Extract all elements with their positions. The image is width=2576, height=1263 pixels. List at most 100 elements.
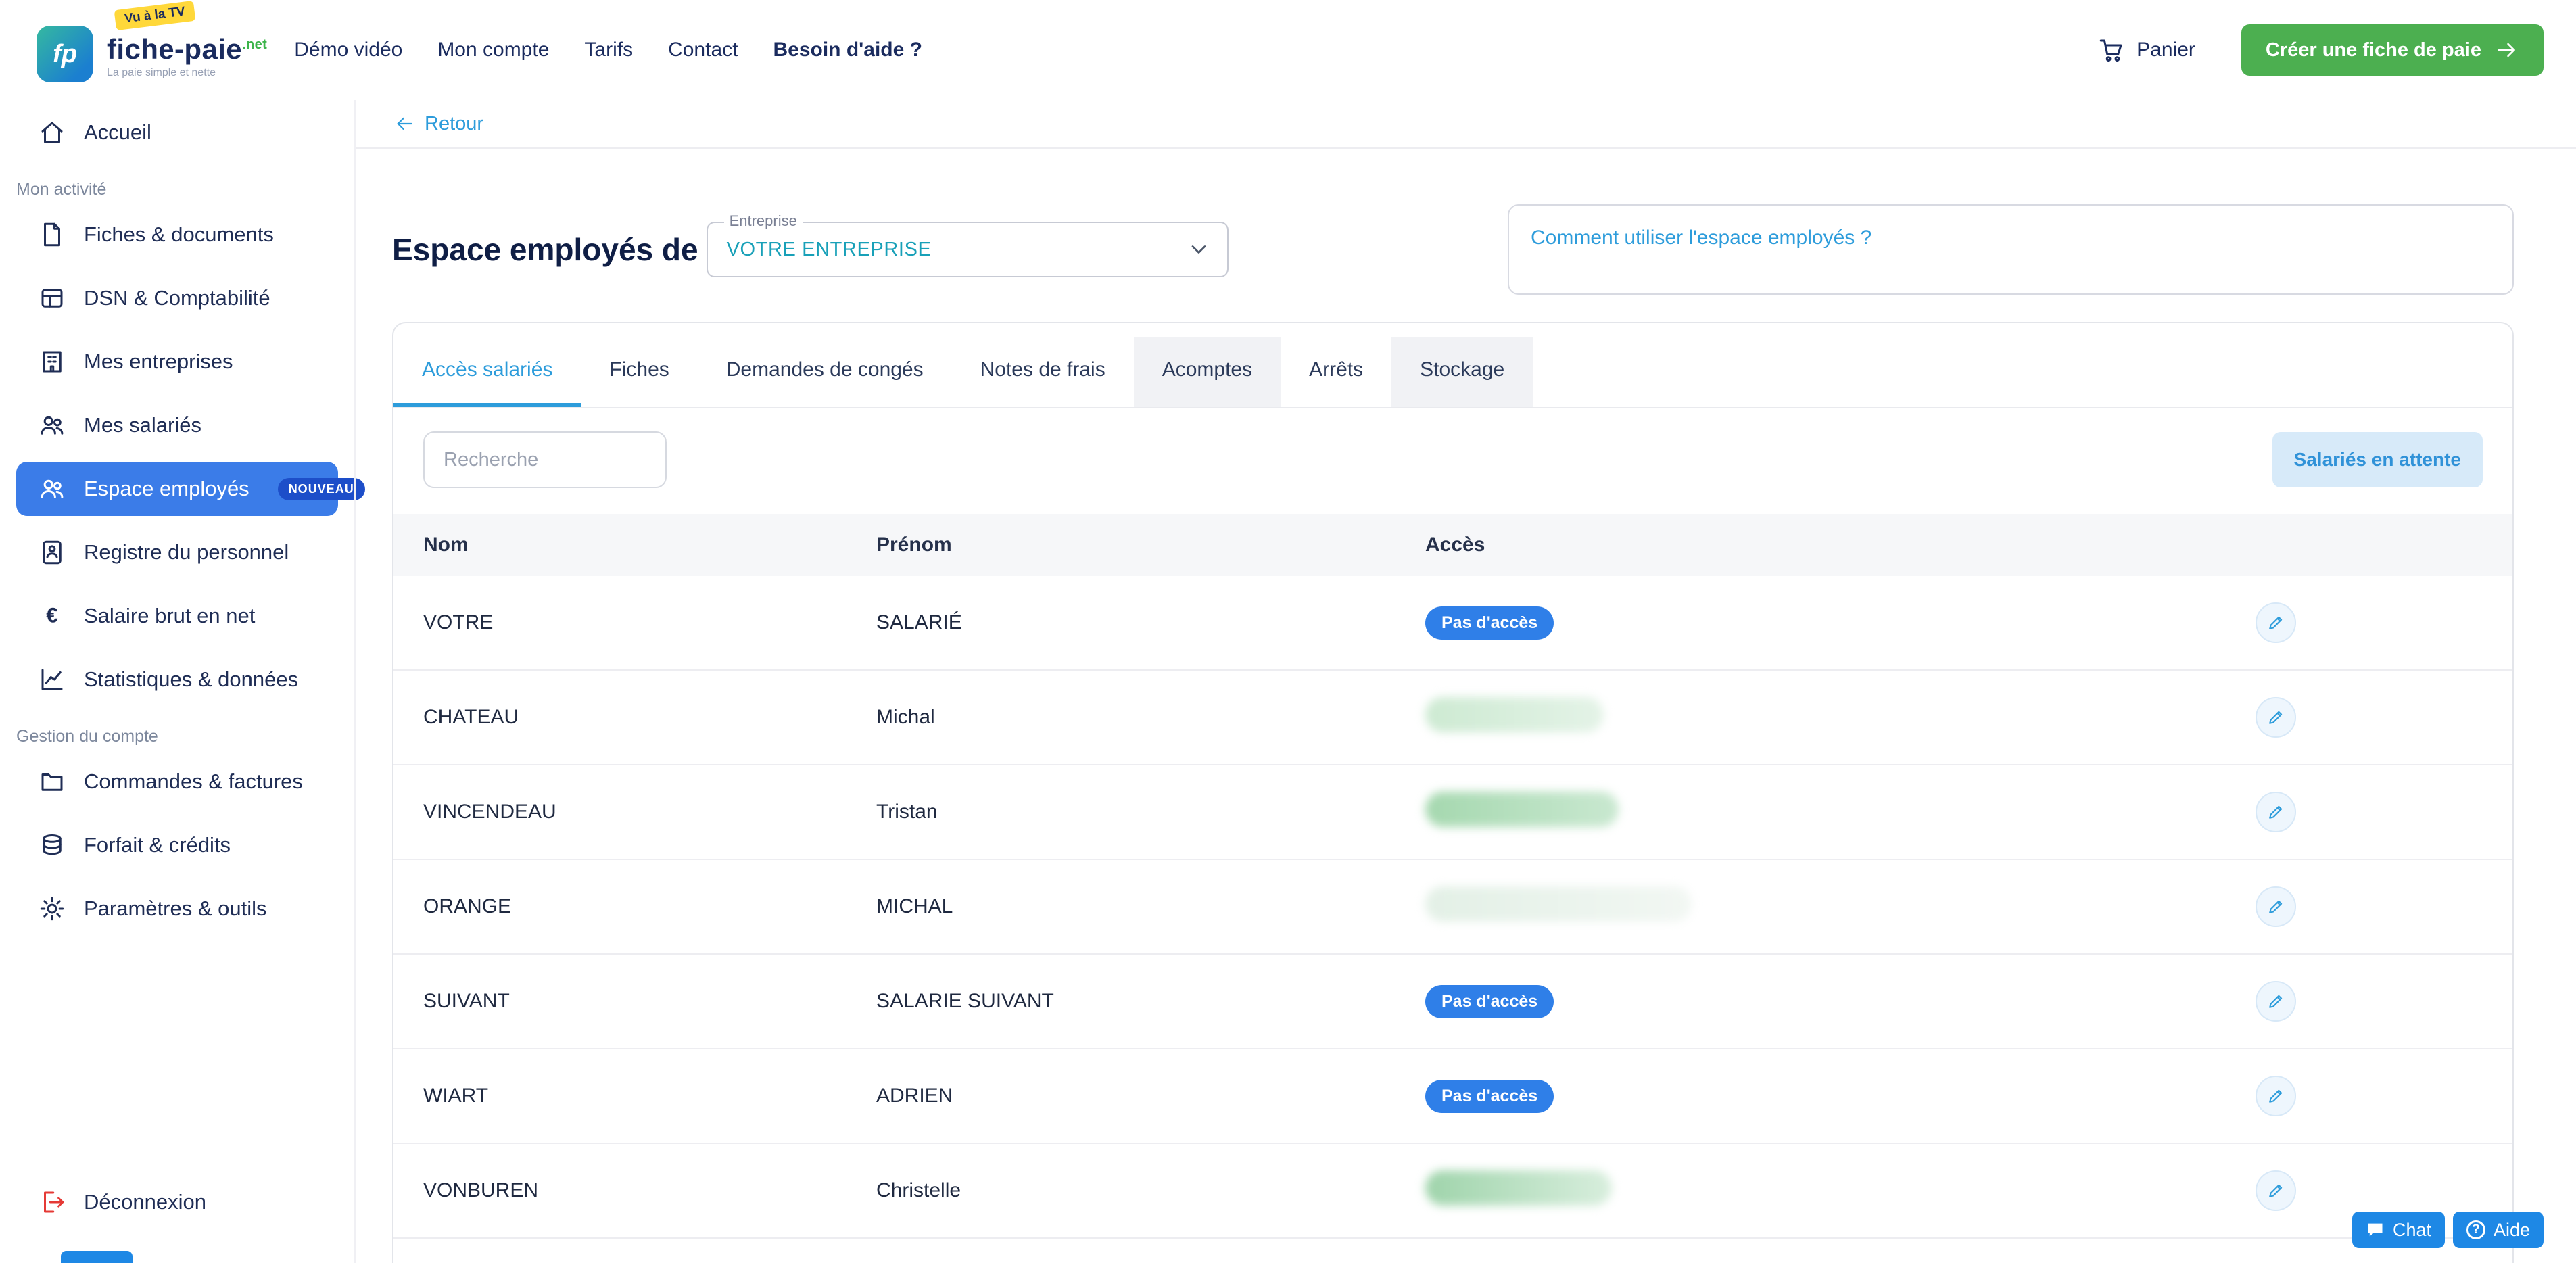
tab-arrets[interactable]: Arrêts xyxy=(1281,337,1391,407)
tab-stockage[interactable]: Stockage xyxy=(1391,337,1533,407)
sidebar-item-commandes-factures[interactable]: Commandes & factures xyxy=(16,755,338,809)
sidebar-item-label: Registre du personnel xyxy=(84,540,289,565)
nav-contact[interactable]: Contact xyxy=(668,39,738,62)
aide-button[interactable]: ? Aide xyxy=(2453,1212,2544,1248)
edit-button[interactable] xyxy=(2256,981,2296,1022)
cell-prenom: Michal xyxy=(876,706,1425,729)
sidebar-item-statistiques[interactable]: Statistiques & données xyxy=(16,652,338,707)
sidebar-item-fiches-documents[interactable]: Fiches & documents xyxy=(16,208,338,262)
table-row: CHATEAU Michal xyxy=(393,671,2512,765)
pending-employees-button[interactable]: Salariés en attente xyxy=(2272,432,2483,487)
sidebar-item-dsn-comptabilite[interactable]: DSN & Comptabilité xyxy=(16,271,338,325)
header-right: Panier Créer une fiche de paie xyxy=(2097,24,2544,76)
cell-nom: ORANGE xyxy=(423,895,876,918)
chat-button[interactable]: Chat xyxy=(2352,1212,2445,1248)
table-row: VONBUREN Christelle xyxy=(393,1144,2512,1239)
sidebar-item-salaire-brut-net[interactable]: € Salaire brut en net xyxy=(16,589,338,643)
sidebar-item-registre-personnel[interactable]: Registre du personnel xyxy=(16,525,338,579)
cell-prenom: ADRIEN xyxy=(876,1085,1425,1107)
table-row: ORANGE MICHAL xyxy=(393,860,2512,955)
tab-notes-de-frais[interactable]: Notes de frais xyxy=(952,337,1134,407)
tab-demandes-conges[interactable]: Demandes de congés xyxy=(698,337,952,407)
app-shell: Accueil Mon activité Fiches & documents … xyxy=(0,100,2576,1263)
back-link[interactable]: Retour xyxy=(393,113,483,135)
arrow-right-icon xyxy=(2495,38,2519,62)
home-icon xyxy=(38,118,66,147)
tab-acces-salaries[interactable]: Accès salariés xyxy=(393,337,581,407)
table-header-row: Nom Prénom Accès xyxy=(393,514,2512,576)
company-select-label: Entreprise xyxy=(724,212,803,230)
sidebar-item-mes-salaries[interactable]: Mes salariés xyxy=(16,398,338,452)
sidebar-item-label: Forfait & crédits xyxy=(84,833,231,857)
column-header-acces: Accès xyxy=(1425,533,2256,556)
tv-badge: Vu à la TV xyxy=(114,1,196,30)
logo-suffix: .net xyxy=(242,37,267,52)
sidebar-section-mon-activite: Mon activité xyxy=(16,180,354,199)
nav-besoin-aide[interactable]: Besoin d'aide ? xyxy=(773,39,922,62)
sidebar-item-label: DSN & Comptabilité xyxy=(84,286,270,310)
edit-button[interactable] xyxy=(2256,886,2296,927)
nav-mon-compte[interactable]: Mon compte xyxy=(437,39,549,62)
cell-prenom: MICHAL xyxy=(876,895,1425,918)
cell-prenom: SALARIE SUIVANT xyxy=(876,990,1425,1013)
sidebar-item-parametres-outils[interactable]: Paramètres & outils xyxy=(16,882,338,936)
sidebar-item-mes-entreprises[interactable]: Mes entreprises xyxy=(16,335,338,389)
cell-acces xyxy=(1425,697,2256,738)
cell-nom: CHATEAU xyxy=(423,706,876,729)
search-input[interactable] xyxy=(423,431,667,488)
top-header: Vu à la TV fp fiche-paie.net La paie sim… xyxy=(0,0,2576,100)
employee-space-card: Accès salariés Fiches Demandes de congés… xyxy=(392,322,2514,1263)
pencil-icon xyxy=(2266,897,2286,917)
cell-prenom: Christelle xyxy=(876,1179,1425,1202)
chart-icon xyxy=(38,665,66,694)
nav-demo-video[interactable]: Démo vidéo xyxy=(294,39,402,62)
building-icon xyxy=(38,348,66,376)
nav-tarifs[interactable]: Tarifs xyxy=(584,39,633,62)
nouveau-badge: NOUVEAU xyxy=(278,478,365,500)
sidebar-item-accueil[interactable]: Accueil xyxy=(16,105,338,160)
tab-fiches[interactable]: Fiches xyxy=(581,337,697,407)
page-title: Espace employés de xyxy=(392,231,698,268)
register-icon xyxy=(38,538,66,567)
help-link[interactable]: Comment utiliser l'espace employés ? xyxy=(1531,227,1871,249)
no-access-badge: Pas d'accès xyxy=(1425,606,1554,640)
cell-acces: Pas d'accès xyxy=(1425,606,2256,640)
pencil-icon xyxy=(2266,613,2286,633)
cell-acces: Pas d'accès xyxy=(1425,985,2256,1018)
logo[interactable]: Vu à la TV fp fiche-paie.net La paie sim… xyxy=(37,18,267,82)
sidebar-section-gestion-compte: Gestion du compte xyxy=(16,727,354,746)
cart-button[interactable]: Panier xyxy=(2097,36,2195,64)
edit-button[interactable] xyxy=(2256,602,2296,643)
sidebar-item-label: Fiches & documents xyxy=(84,222,274,247)
tab-acomptes[interactable]: Acomptes xyxy=(1134,337,1281,407)
sidebar-item-label: Déconnexion xyxy=(84,1190,206,1214)
cell-acces: Pas d'accès xyxy=(1425,1080,2256,1113)
sidebar-item-forfait-credits[interactable]: Forfait & crédits xyxy=(16,818,338,872)
chevron-down-icon xyxy=(1187,237,1211,262)
edit-button[interactable] xyxy=(2256,1170,2296,1211)
chat-bubble-icon xyxy=(2366,1220,2385,1239)
table-row: VINCENDEAU Tristan xyxy=(393,765,2512,860)
company-select[interactable]: Entreprise VOTRE ENTREPRISE xyxy=(707,222,1229,277)
sidebar-item-espace-employes[interactable]: Espace employés NOUVEAU xyxy=(16,462,338,516)
main-nav: Démo vidéo Mon compte Tarifs Contact Bes… xyxy=(294,39,922,62)
sidebar-item-label: Salaire brut en net xyxy=(84,604,255,628)
sidebar-item-deconnexion[interactable]: Déconnexion xyxy=(16,1175,338,1229)
users-icon xyxy=(38,475,66,503)
masked-access-pill xyxy=(1425,1170,1612,1206)
edit-button[interactable] xyxy=(2256,792,2296,832)
pencil-icon xyxy=(2266,1086,2286,1106)
title-left: Espace employés de Entreprise VOTRE ENTR… xyxy=(392,204,1229,295)
pencil-icon xyxy=(2266,1181,2286,1201)
column-header-nom: Nom xyxy=(423,533,876,556)
create-payslip-button[interactable]: Créer une fiche de paie xyxy=(2241,24,2544,76)
masked-access-pill xyxy=(1425,886,1692,922)
bottom-left-stub-button[interactable] xyxy=(61,1251,133,1263)
edit-button[interactable] xyxy=(2256,697,2296,738)
sidebar-item-label: Mes entreprises xyxy=(84,350,233,374)
logo-name-text: fiche-paie xyxy=(107,33,242,65)
title-row: Espace employés de Entreprise VOTRE ENTR… xyxy=(392,204,2514,295)
edit-button[interactable] xyxy=(2256,1076,2296,1116)
cart-label: Panier xyxy=(2137,39,2195,62)
sidebar-item-label: Mes salariés xyxy=(84,413,201,437)
